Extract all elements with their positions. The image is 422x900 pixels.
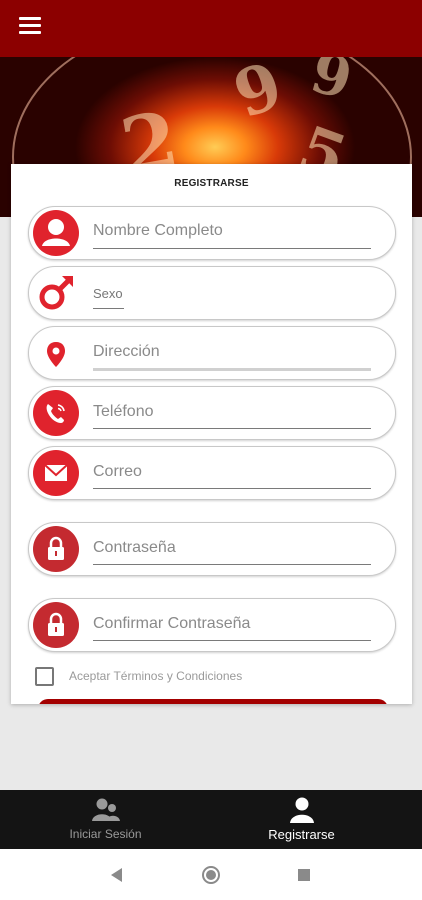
password-placeholder: Contraseña (93, 539, 176, 556)
password-field[interactable]: Contraseña (28, 522, 396, 576)
nav-item-login-label: Iniciar Sesión (69, 827, 142, 841)
full-name-placeholder: Nombre Completo (93, 222, 223, 239)
address-field[interactable]: Dirección (28, 326, 396, 380)
user-icon (289, 796, 315, 829)
nav-item-login[interactable]: Iniciar Sesión (0, 790, 211, 849)
registration-card: REGISTRARSE Nombre Completo Sexo Direcci… (11, 164, 412, 704)
back-icon[interactable] (110, 867, 124, 883)
email-underline (93, 488, 371, 489)
nav-item-register-label: Registrarse (268, 827, 335, 842)
sex-select-value[interactable]: Sexo (93, 286, 123, 301)
app-bar (0, 0, 422, 57)
nav-item-register[interactable]: Registrarse (196, 790, 407, 849)
user-icon (33, 210, 79, 256)
password-underline (93, 564, 371, 565)
recents-icon[interactable] (297, 868, 311, 882)
mail-icon (33, 450, 79, 496)
terms-row: Aceptar Términos y Condiciones (35, 666, 242, 686)
form-title: REGISTRARSE (174, 178, 249, 189)
lock-icon (33, 526, 79, 572)
users-icon (91, 796, 121, 829)
bottom-navigation: Iniciar Sesión Registrarse (0, 790, 422, 849)
phone-field[interactable]: Teléfono (28, 386, 396, 440)
confirm-password-underline (93, 640, 371, 641)
phone-underline (93, 428, 371, 429)
phone-placeholder: Teléfono (93, 403, 154, 420)
male-symbol-icon (33, 270, 79, 316)
system-navigation-bar (0, 849, 422, 900)
lock-icon (33, 602, 79, 648)
hamburger-menu-icon[interactable] (19, 17, 41, 35)
location-pin-icon (33, 330, 79, 376)
register-submit-button[interactable] (38, 699, 388, 704)
phone-icon (33, 390, 79, 436)
sex-field[interactable]: Sexo (28, 266, 396, 320)
address-underline (93, 368, 371, 371)
email-field[interactable]: Correo (28, 446, 396, 500)
terms-label: Aceptar Términos y Condiciones (69, 669, 243, 683)
email-placeholder: Correo (93, 463, 142, 480)
terms-checkbox[interactable] (35, 666, 54, 686)
full-name-underline (93, 248, 371, 249)
sex-underline (93, 308, 124, 309)
confirm-password-placeholder: Confirmar Contraseña (93, 615, 251, 632)
confirm-password-field[interactable]: Confirmar Contraseña (28, 598, 396, 652)
home-icon[interactable] (201, 865, 221, 885)
address-placeholder: Dirección (93, 343, 160, 360)
full-name-field[interactable]: Nombre Completo (28, 206, 396, 260)
